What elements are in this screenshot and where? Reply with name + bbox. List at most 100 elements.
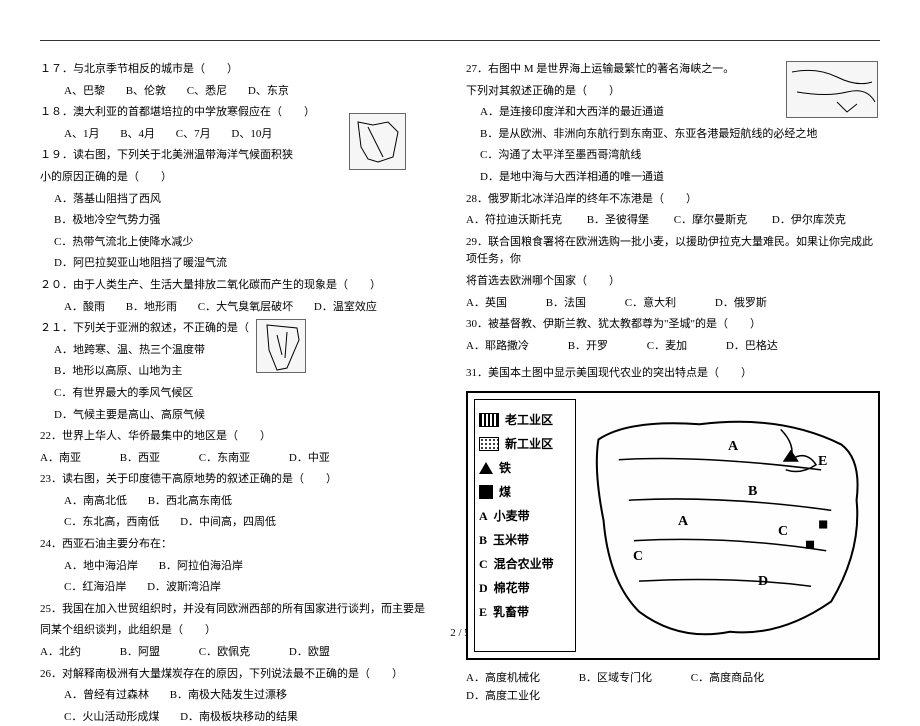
question-29-options: A．英国 B．法国 C．意大利 D．俄罗斯 bbox=[466, 295, 880, 313]
opt-30a: A．耶路撒冷 bbox=[466, 338, 529, 356]
question-29-line1: 29．联合国粮食署将在欧洲选购一批小麦，以援助伊拉克大量难民。如果让你完成此项任… bbox=[466, 234, 880, 269]
opt-23c: C．东北高，西南低 bbox=[64, 514, 159, 532]
page-content: １７．与北京季节相反的城市是（ ） A、巴黎 B、伦敦 C、悉尼 D、东京 １８… bbox=[40, 40, 880, 621]
opt-22b: B．西亚 bbox=[120, 450, 160, 468]
question-22: 22．世界上华人、华侨最集中的地区是（ ） bbox=[40, 428, 426, 446]
legend-letter-E: E bbox=[479, 600, 487, 624]
legend-l9: 乳畜带 bbox=[493, 600, 529, 624]
opt-28a: A．符拉迪沃斯托克 bbox=[466, 212, 562, 230]
opt-26b: B．南极大陆发生过漂移 bbox=[170, 687, 287, 705]
question-29-line2: 将首选去欧洲哪个国家（ ） bbox=[466, 273, 880, 291]
legend-l4: 煤 bbox=[499, 480, 511, 504]
opt-29d: D．俄罗斯 bbox=[715, 295, 767, 313]
question-26-options-row2: C．火山活动形成煤 D．南极板块移动的结果 bbox=[40, 709, 426, 726]
opt-20a: A．酸雨 bbox=[64, 299, 105, 317]
right-column: 27．右图中 M 是世界海上运输最繁忙的著名海峡之一。 下列对其叙述正确的是（ … bbox=[466, 61, 880, 621]
question-26: 26．对解释南极洲有大量煤炭存在的原因，下列说法最不正确的是（ ） bbox=[40, 666, 426, 684]
opt-27c: C．沟通了太平洋至墨西哥湾航线 bbox=[466, 147, 880, 165]
question-31: 31．美国本土图中显示美国现代农业的突出特点是（ ） bbox=[466, 365, 880, 383]
opt-23d: D．中间高，四周低 bbox=[180, 514, 276, 532]
opt-29a: A．英国 bbox=[466, 295, 507, 313]
question-22-options: A．南亚 B．西亚 C．东南亚 D．中亚 bbox=[40, 450, 426, 468]
opt-21d: D．气候主要是高山、高原气候 bbox=[40, 407, 426, 425]
opt-24b: B．阿拉伯海沿岸 bbox=[159, 558, 243, 576]
india-map-icon bbox=[256, 319, 306, 373]
opt-22c: C．东南亚 bbox=[199, 450, 250, 468]
opt-17b: B、伦敦 bbox=[126, 83, 166, 101]
map-legend: 老工业区 新工业区 铁 煤 A小麦带 B玉米带 C混合农业带 D棉花带 E乳畜带 bbox=[474, 399, 576, 652]
legend-l3: 铁 bbox=[499, 456, 511, 480]
opt-19b: B．极地冷空气势力强 bbox=[40, 212, 426, 230]
question-20: ２０．由于人类生产、生活大量排放二氧化碳而产生的现象是（ ） bbox=[40, 277, 426, 295]
map-label-A-2: A bbox=[678, 514, 688, 530]
opt-18a: A、1月 bbox=[64, 126, 99, 144]
opt-26c: C．火山活动形成煤 bbox=[64, 709, 159, 726]
opt-17c: C、悉尼 bbox=[187, 83, 227, 101]
question-17: １７．与北京季节相反的城市是（ ） bbox=[40, 61, 426, 79]
opt-31c: C．高度商品化 bbox=[691, 670, 764, 688]
opt-31a: A．高度机械化 bbox=[466, 670, 540, 688]
opt-19d: D．阿巴拉契亚山地阻挡了暖湿气流 bbox=[40, 255, 426, 273]
opt-29b: B．法国 bbox=[546, 295, 586, 313]
opt-17a: A、巴黎 bbox=[64, 83, 105, 101]
opt-19a: A．落基山阻挡了西风 bbox=[40, 191, 426, 209]
opt-24a: A．地中海沿岸 bbox=[64, 558, 138, 576]
legend-l1: 老工业区 bbox=[505, 408, 553, 432]
legend-letter-D: D bbox=[479, 576, 488, 600]
opt-31b: B．区域专门化 bbox=[579, 670, 652, 688]
legend-l2: 新工业区 bbox=[505, 432, 553, 456]
question-30-options: A．耶路撒冷 B．开罗 C．麦加 D．巴格达 bbox=[466, 338, 880, 356]
legend-symbol-iron bbox=[479, 462, 493, 474]
question-23-options-row2: C．东北高，西南低 D．中间高，四周低 bbox=[40, 514, 426, 532]
opt-20c: C．大气臭氧层破坏 bbox=[198, 299, 293, 317]
question-24: 24．西亚石油主要分布在： bbox=[40, 536, 426, 554]
opt-26a: A．曾经有过森林 bbox=[64, 687, 149, 705]
question-23: 23．读右图，关于印度德干高原地势的叙述正确的是（ ） bbox=[40, 471, 426, 489]
opt-30d: D．巴格达 bbox=[726, 338, 778, 356]
opt-20d: D．温室效应 bbox=[314, 299, 377, 317]
question-19-line2: 小的原因正确的是（ ） bbox=[40, 169, 426, 187]
opt-24c: C．红海沿岸 bbox=[64, 579, 126, 597]
opt-30b: B．开罗 bbox=[568, 338, 608, 356]
question-31-options: A．高度机械化 B．区域专门化 C．高度商品化 D．高度工业化 bbox=[466, 670, 880, 705]
opt-18b: B、4月 bbox=[120, 126, 155, 144]
opt-27b: B．是从欧洲、非洲向东航行到东南亚、东亚各港最短航线的必经之地 bbox=[466, 126, 880, 144]
legend-l6: 玉米带 bbox=[493, 528, 529, 552]
legend-symbol-coal bbox=[479, 485, 493, 499]
question-24-options-row2: C．红海沿岸 D．波斯湾沿岸 bbox=[40, 579, 426, 597]
map-label-D: D bbox=[758, 574, 768, 590]
legend-letter-A: A bbox=[479, 504, 488, 528]
left-column: １７．与北京季节相反的城市是（ ） A、巴黎 B、伦敦 C、悉尼 D、东京 １８… bbox=[40, 61, 426, 621]
opt-30c: C．麦加 bbox=[647, 338, 687, 356]
map-label-C-2: C bbox=[633, 549, 643, 565]
opt-22d: D．中亚 bbox=[289, 450, 330, 468]
opt-19c: C．热带气流北上使降水减少 bbox=[40, 234, 426, 252]
legend-l5: 小麦带 bbox=[494, 504, 530, 528]
usa-map-figure: 老工业区 新工业区 铁 煤 A小麦带 B玉米带 C混合农业带 D棉花带 E乳畜带 bbox=[466, 391, 880, 660]
opt-18d: D、10月 bbox=[231, 126, 272, 144]
opt-28c: C．摩尔曼斯克 bbox=[674, 212, 747, 230]
question-23-options-row1: A．南高北低 B．西北高东南低 bbox=[40, 493, 426, 511]
opt-18c: C、7月 bbox=[176, 126, 211, 144]
opt-22a: A．南亚 bbox=[40, 450, 81, 468]
opt-21b: B．地形以高原、山地为主 bbox=[40, 363, 426, 381]
question-24-options-row1: A．地中海沿岸 B．阿拉伯海沿岸 bbox=[40, 558, 426, 576]
opt-21a: A．地跨寒、温、热三个温度带 bbox=[40, 342, 426, 360]
usa-outline-icon bbox=[578, 399, 872, 652]
map-label-A-1: A bbox=[728, 439, 738, 455]
legend-l7: 混合农业带 bbox=[494, 552, 554, 576]
legend-symbol-new-industry bbox=[479, 437, 499, 451]
opt-31d: D．高度工业化 bbox=[466, 688, 540, 706]
north-america-map-icon bbox=[349, 113, 406, 170]
legend-symbol-old-industry bbox=[479, 413, 499, 427]
opt-26d: D．南极板块移动的结果 bbox=[180, 709, 298, 726]
map-area: A E B A C C D bbox=[578, 399, 872, 652]
question-17-options: A、巴黎 B、伦敦 C、悉尼 D、东京 bbox=[40, 83, 426, 101]
question-28-options: A．符拉迪沃斯托克 B．圣彼得堡 C．摩尔曼斯克 D．伊尔库茨克 bbox=[466, 212, 880, 230]
map-label-B: B bbox=[748, 484, 757, 500]
question-21: ２１．下列关于亚洲的叙述，不正确的是（ ） bbox=[40, 320, 426, 338]
question-25-line1: 25．我国在加入世贸组织时，并没有同欧洲西部的所有国家进行谈判，而主要是 bbox=[40, 601, 426, 619]
question-26-options-row1: A．曾经有过森林 B．南极大陆发生过漂移 bbox=[40, 687, 426, 705]
opt-23a: A．南高北低 bbox=[64, 493, 127, 511]
strait-map-icon bbox=[786, 61, 878, 118]
